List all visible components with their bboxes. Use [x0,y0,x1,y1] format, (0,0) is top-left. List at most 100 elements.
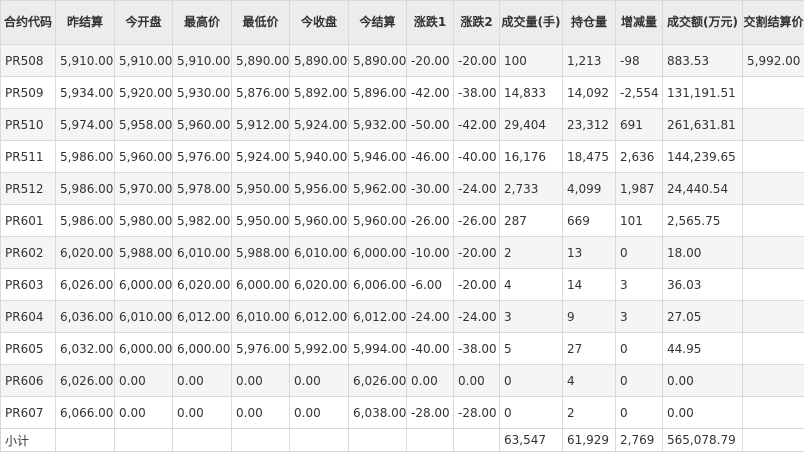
table-cell: 5,962.00 [349,173,407,205]
summary-cell [349,429,407,452]
header-row: 合约代码昨结算今开盘最高价最低价今收盘今结算涨跌1涨跌2成交量(手)持仓量增减量… [1,1,804,45]
table-cell: 691 [616,109,663,141]
column-header: 今收盘 [290,1,349,45]
table-cell: 9 [563,301,616,333]
table-cell: 5,924.00 [290,109,349,141]
table-cell: 5,946.00 [349,141,407,173]
table-cell: 6,012.00 [173,301,232,333]
table-cell: 5,986.00 [56,141,115,173]
table-cell: 6,032.00 [56,333,115,365]
table-row: PR5095,934.005,920.005,930.005,876.005,8… [1,77,804,109]
table-cell: 5,950.00 [232,205,290,237]
table-cell: -28.00 [454,397,500,429]
table-cell: 5,932.00 [349,109,407,141]
table-cell: 6,006.00 [349,269,407,301]
table-cell: 4 [500,269,563,301]
summary-cell: 63,547 [500,429,563,452]
table-cell: 5,910.00 [115,45,173,77]
table-cell: 5,992.00 [290,333,349,365]
table-cell: 0.00 [115,397,173,429]
table-row: PR6015,986.005,980.005,982.005,950.005,9… [1,205,804,237]
table-cell [743,109,804,141]
table-cell: 2,565.75 [663,205,743,237]
table-cell: -42.00 [454,109,500,141]
summary-cell [743,429,804,452]
table-cell: 5,876.00 [232,77,290,109]
quote-table: 合约代码昨结算今开盘最高价最低价今收盘今结算涨跌1涨跌2成交量(手)持仓量增减量… [0,0,804,452]
table-cell [743,173,804,205]
table-cell: 6,036.00 [56,301,115,333]
table-cell: 6,000.00 [349,237,407,269]
table-cell: 5,974.00 [56,109,115,141]
table-row: PR5115,986.005,960.005,976.005,924.005,9… [1,141,804,173]
table-cell: 5,890.00 [290,45,349,77]
table-row: PR5105,974.005,958.005,960.005,912.005,9… [1,109,804,141]
table-cell: 0 [500,397,563,429]
contract-code-cell: PR603 [1,269,56,301]
table-cell: 14,833 [500,77,563,109]
table-cell: -24.00 [454,173,500,205]
table-cell: 14 [563,269,616,301]
table-cell: 27 [563,333,616,365]
table-cell: 0 [616,333,663,365]
table-cell: 5,956.00 [290,173,349,205]
column-header: 成交量(手) [500,1,563,45]
table-cell: 0.00 [454,365,500,397]
table-cell: 16,176 [500,141,563,173]
summary-cell: 565,078.79 [663,429,743,452]
table-cell: 669 [563,205,616,237]
table-cell: 5 [500,333,563,365]
summary-cell [115,429,173,452]
table-cell: -10.00 [407,237,454,269]
summary-label: 小计 [1,429,56,452]
table-cell: 6,000.00 [232,269,290,301]
column-header: 今结算 [349,1,407,45]
table-cell: 3 [616,301,663,333]
table-cell: 18,475 [563,141,616,173]
column-header: 最低价 [232,1,290,45]
contract-code-cell: PR511 [1,141,56,173]
table-cell: -30.00 [407,173,454,205]
summary-cell [173,429,232,452]
table-cell: 6,020.00 [56,237,115,269]
table-cell: 6,026.00 [56,269,115,301]
table-cell: 5,890.00 [232,45,290,77]
table-cell: 29,404 [500,109,563,141]
table-cell: 0.00 [663,365,743,397]
table-cell: 883.53 [663,45,743,77]
table-cell: -24.00 [454,301,500,333]
table-cell: -46.00 [407,141,454,173]
table-cell: -20.00 [454,237,500,269]
table-cell: 5,982.00 [173,205,232,237]
table-cell [743,365,804,397]
table-cell: 100 [500,45,563,77]
contract-code-cell: PR512 [1,173,56,205]
table-cell: 0 [500,365,563,397]
table-cell: 1,987 [616,173,663,205]
table-cell: 23,312 [563,109,616,141]
table-cell: 5,930.00 [173,77,232,109]
table-cell: 0.00 [290,365,349,397]
table-cell: 6,012.00 [290,301,349,333]
table-cell: 5,976.00 [232,333,290,365]
table-cell: 2,733 [500,173,563,205]
table-cell: 5,924.00 [232,141,290,173]
column-header: 涨跌2 [454,1,500,45]
column-header: 今开盘 [115,1,173,45]
table-cell: -38.00 [454,333,500,365]
table-cell: -40.00 [407,333,454,365]
table-row: PR6026,020.005,988.006,010.005,988.006,0… [1,237,804,269]
table-cell: 4 [563,365,616,397]
contract-code-cell: PR602 [1,237,56,269]
table-cell: 2,636 [616,141,663,173]
table-cell: 2 [500,237,563,269]
table-cell: 5,988.00 [115,237,173,269]
table-cell: 0.00 [115,365,173,397]
column-header: 持仓量 [563,1,616,45]
table-body: PR5085,910.005,910.005,910.005,890.005,8… [1,45,804,452]
table-cell: 6,000.00 [115,269,173,301]
table-cell: 0 [616,237,663,269]
table-cell: 0.00 [290,397,349,429]
table-row: PR6046,036.006,010.006,012.006,010.006,0… [1,301,804,333]
table-cell: 5,986.00 [56,173,115,205]
